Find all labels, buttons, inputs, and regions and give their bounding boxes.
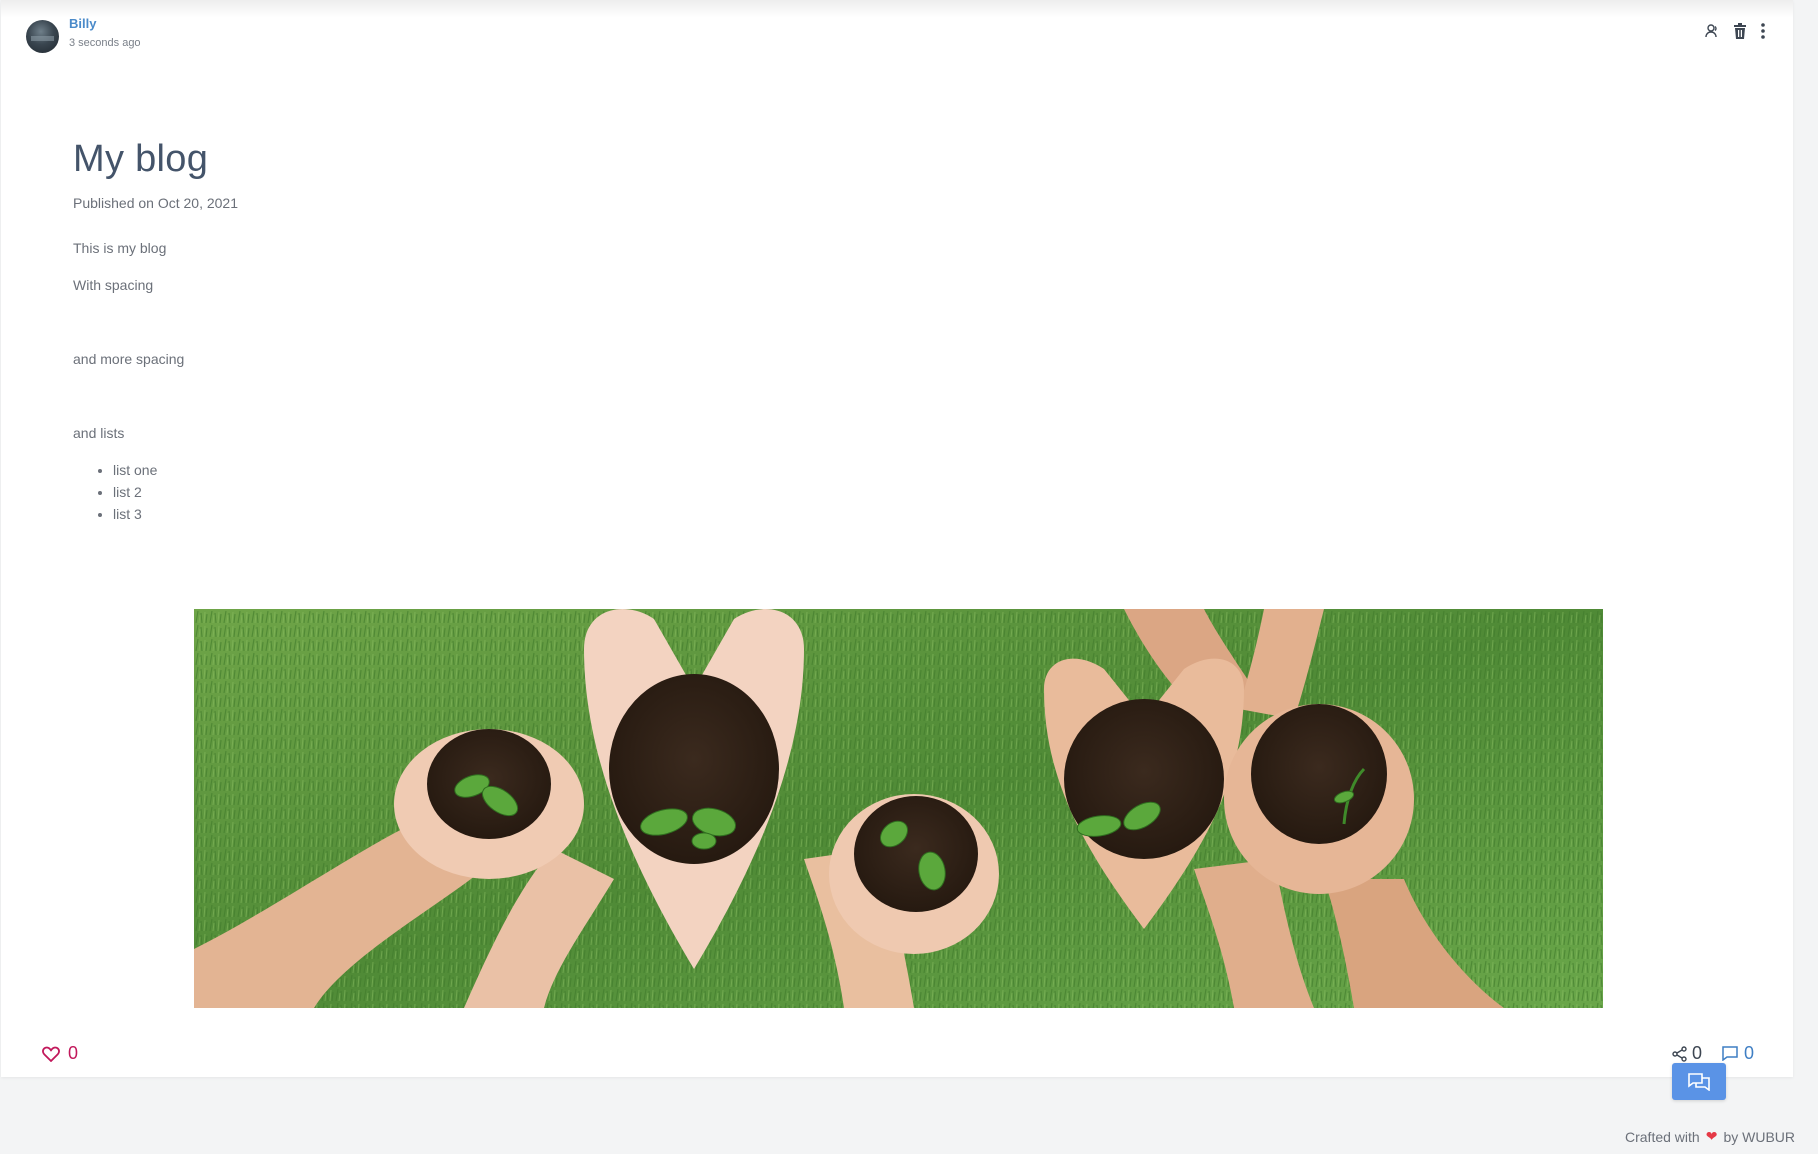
list-item: list 2 (113, 481, 157, 503)
avatar[interactable] (26, 20, 59, 53)
like-count: 0 (68, 1043, 79, 1063)
published-date: Published on Oct 20, 2021 (73, 195, 239, 211)
bullet-list: list one list 2 list 3 (73, 459, 157, 525)
crafted-prefix: Crafted with (1625, 1128, 1700, 1145)
paragraph: and more spacing (73, 351, 185, 367)
paragraph: This is my blog (73, 240, 167, 256)
post-time: 3 seconds ago (69, 37, 141, 49)
user-icon[interactable] (1701, 20, 1723, 42)
trash-icon[interactable] (1729, 20, 1751, 42)
top-shadow (1, 0, 1793, 18)
post-title: My blog (73, 138, 209, 180)
post-image (194, 609, 1603, 1008)
page: Billy 3 seconds ago My blog Published on… (0, 0, 1818, 1154)
list-item: list one (113, 459, 157, 481)
post-card: Billy 3 seconds ago My blog Published on… (1, 0, 1793, 1077)
paragraph: and lists (73, 425, 125, 441)
chat-icon (1688, 1072, 1710, 1091)
like-button[interactable]: 0 (42, 1043, 78, 1064)
list-item: list 3 (113, 503, 157, 525)
heart-icon: ❤ (1705, 1128, 1718, 1144)
chat-button[interactable] (1672, 1063, 1726, 1100)
paragraph: With spacing (73, 277, 154, 293)
comment-icon (1722, 1046, 1738, 1061)
comment-count: 0 (1744, 1043, 1755, 1063)
heart-icon (42, 1046, 60, 1062)
more-vertical-icon[interactable] (1752, 20, 1774, 42)
comment-button[interactable]: 0 (1722, 1043, 1754, 1064)
share-icon (1672, 1045, 1687, 1062)
crafted-footer: Crafted with ❤ by WUBUR (1625, 1128, 1795, 1145)
crafted-suffix: by WUBUR (1723, 1128, 1795, 1145)
author-name[interactable]: Billy (69, 16, 96, 31)
share-button[interactable]: 0 (1672, 1043, 1702, 1064)
share-count: 0 (1692, 1043, 1703, 1063)
